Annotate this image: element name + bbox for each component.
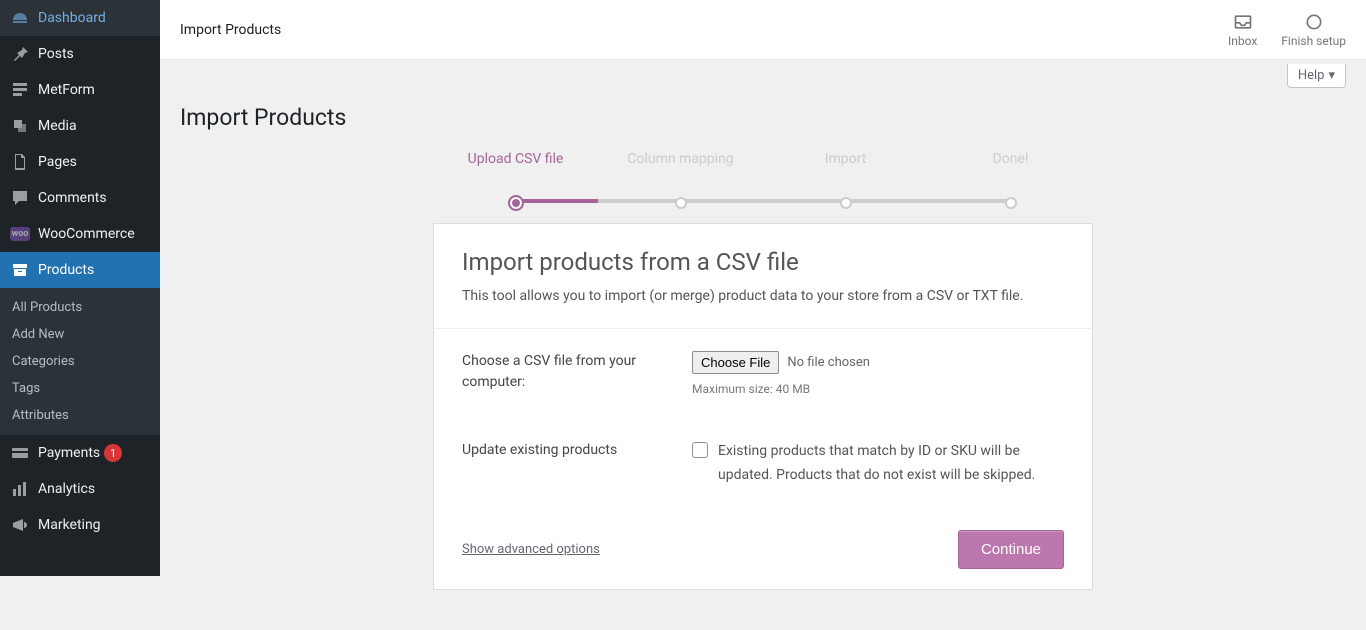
sidebar-item-marketing[interactable]: Marketing <box>0 507 160 543</box>
topbar: Import Products Inbox Finish setup <box>160 0 1366 60</box>
sidebar-item-analytics[interactable]: Analytics <box>0 471 160 507</box>
sidebar-item-posts[interactable]: Posts <box>0 36 160 72</box>
sidebar-item-label: Dashboard <box>38 10 106 26</box>
sidebar-item-dashboard[interactable]: Dashboard <box>0 0 160 36</box>
step-dot-icon <box>840 197 852 209</box>
update-existing-checkbox[interactable] <box>692 442 708 458</box>
update-description: Existing products that match by ID or SK… <box>718 440 1064 488</box>
file-chosen-status: No file chosen <box>787 355 870 370</box>
sidebar-item-products[interactable]: Products <box>0 252 160 288</box>
sidebar-item-label: Posts <box>38 46 74 62</box>
archive-icon <box>10 260 30 280</box>
submenu-item-all-products[interactable]: All Products <box>0 294 160 321</box>
finish-setup-button[interactable]: Finish setup <box>1281 12 1346 48</box>
sidebar-item-label: Pages <box>38 154 77 170</box>
products-submenu: All Products Add New Categories Tags Att… <box>0 288 160 435</box>
help-label: Help <box>1298 68 1325 83</box>
woo-icon: woo <box>10 224 30 244</box>
file-field-label: Choose a CSV file from your computer: <box>462 351 672 393</box>
media-icon <box>10 116 30 136</box>
max-size-hint: Maximum size: 40 MB <box>692 382 1064 396</box>
submenu-item-categories[interactable]: Categories <box>0 348 160 375</box>
step-label: Done! <box>928 151 1093 167</box>
step-mapping: Column mapping <box>598 151 763 203</box>
card-heading: Import products from a CSV file <box>462 248 1064 276</box>
sidebar-item-label: MetForm <box>38 82 95 98</box>
sidebar-item-label: Analytics <box>38 481 95 497</box>
sidebar-item-label: Media <box>38 118 77 134</box>
step-done: Done! <box>928 151 1093 203</box>
finish-setup-label: Finish setup <box>1281 34 1346 48</box>
pages-icon <box>10 152 30 172</box>
wizard-steps: Upload CSV file Column mapping Import Do… <box>433 151 1093 203</box>
chevron-down-icon: ▾ <box>1328 68 1335 83</box>
sidebar-item-payments[interactable]: Payments 1 <box>0 435 160 471</box>
sidebar-item-label: WooCommerce <box>38 226 135 242</box>
step-dot-icon <box>508 195 524 211</box>
sidebar-item-metform[interactable]: MetForm <box>0 72 160 108</box>
card-description: This tool allows you to import (or merge… <box>462 288 1064 304</box>
show-advanced-link[interactable]: Show advanced options <box>462 542 600 557</box>
choose-file-button[interactable]: Choose File <box>692 351 779 374</box>
sidebar-item-pages[interactable]: Pages <box>0 144 160 180</box>
step-label: Import <box>763 151 928 167</box>
pin-icon <box>10 44 30 64</box>
page-title: Import Products <box>180 104 1346 131</box>
topbar-actions: Inbox Finish setup <box>1228 12 1346 48</box>
topbar-title: Import Products <box>180 22 281 38</box>
comment-icon <box>10 188 30 208</box>
inbox-icon <box>1233 12 1253 32</box>
step-dot-icon <box>675 197 687 209</box>
step-label: Upload CSV file <box>433 151 598 167</box>
inbox-label: Inbox <box>1228 34 1257 48</box>
step-import: Import <box>763 151 928 203</box>
admin-sidebar: Dashboard Posts MetForm Media Pages Comm… <box>0 0 160 576</box>
continue-button[interactable]: Continue <box>958 530 1064 569</box>
sidebar-item-label: Payments <box>38 445 100 461</box>
circle-icon <box>1304 12 1324 32</box>
inbox-button[interactable]: Inbox <box>1228 12 1257 48</box>
chart-icon <box>10 479 30 499</box>
sidebar-item-label: Comments <box>38 190 107 206</box>
sidebar-item-label: Marketing <box>38 517 101 533</box>
help-tab[interactable]: Help ▾ <box>1287 64 1346 88</box>
gauge-icon <box>10 8 30 28</box>
credit-card-icon <box>10 443 30 463</box>
step-upload: Upload CSV file <box>433 151 598 203</box>
megaphone-icon <box>10 515 30 535</box>
submenu-item-tags[interactable]: Tags <box>0 375 160 402</box>
update-field-label: Update existing products <box>462 440 672 461</box>
main-content: Import Products Inbox Finish setup Help … <box>160 0 1366 630</box>
import-card: Import products from a CSV file This too… <box>433 223 1093 590</box>
submenu-item-attributes[interactable]: Attributes <box>0 402 160 429</box>
form-icon <box>10 80 30 100</box>
sidebar-item-woocommerce[interactable]: woo WooCommerce <box>0 216 160 252</box>
step-dot-icon <box>1005 197 1017 209</box>
sidebar-item-comments[interactable]: Comments <box>0 180 160 216</box>
sidebar-item-label: Products <box>38 262 94 278</box>
step-label: Column mapping <box>598 151 763 167</box>
sidebar-item-media[interactable]: Media <box>0 108 160 144</box>
submenu-item-add-new[interactable]: Add New <box>0 321 160 348</box>
notification-badge: 1 <box>104 444 122 462</box>
